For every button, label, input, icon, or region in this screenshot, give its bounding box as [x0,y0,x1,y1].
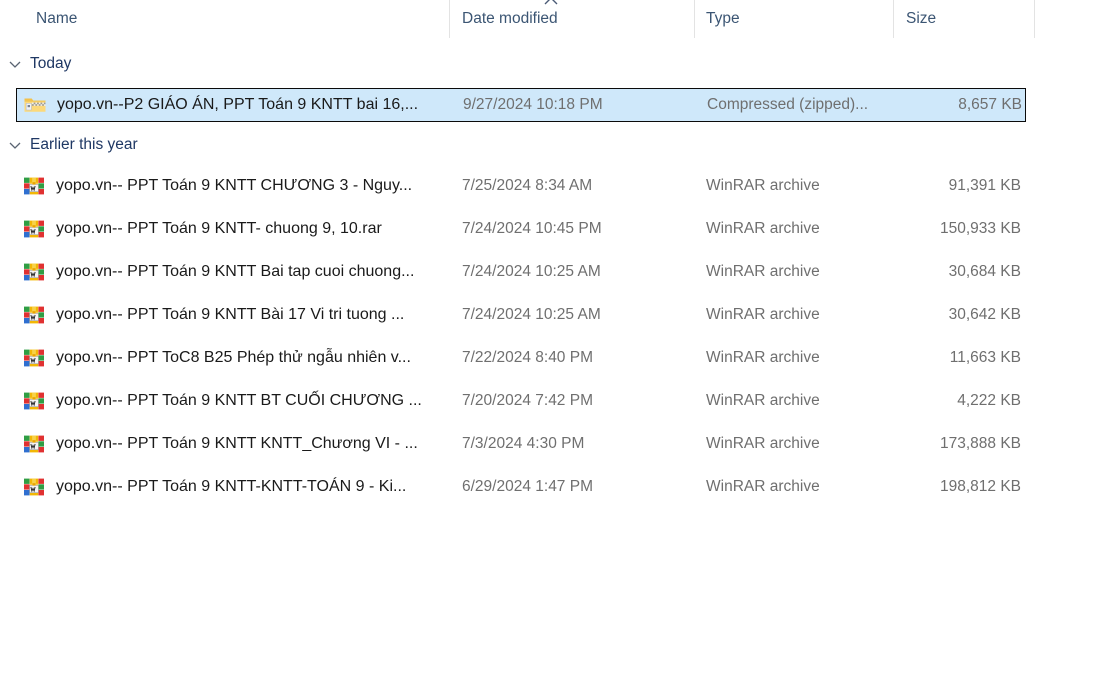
chevron-down-icon [8,58,21,71]
file-name-label: yopo.vn-- PPT ToC8 B25 Phép thử ngẫu nhi… [56,349,411,366]
column-divider-date-type[interactable] [694,0,695,38]
file-list-view: Name Date modified Type Size Today yopo.… [0,0,1106,692]
column-header-size[interactable]: Size [906,0,936,38]
file-name-cell[interactable]: yopo.vn-- PPT Toán 9 KNTT Bài 17 Vi tri … [22,299,452,331]
winrar-archive-icon [22,389,46,413]
group-header-label: Today [30,55,72,73]
file-type-cell: WinRAR archive [706,263,820,280]
winrar-archive-icon [22,346,46,370]
file-type-cell: WinRAR archive [706,306,820,323]
file-type-cell: WinRAR archive [706,349,820,366]
winrar-archive-icon [22,174,46,198]
column-header-name-label: Name [36,10,78,27]
column-header-row: Name Date modified Type Size [0,0,1106,38]
file-size-cell: 30,684 KB [948,263,1021,280]
column-divider-type-size[interactable] [893,0,894,38]
file-size-cell: 198,812 KB [939,478,1021,495]
file-type-cell: WinRAR archive [706,435,820,452]
file-name-label: yopo.vn-- PPT Toán 9 KNTT- chuong 9, 10.… [56,220,382,237]
winrar-archive-icon [22,217,46,241]
file-size-cell: 30,642 KB [948,306,1021,323]
table-row[interactable]: yopo.vn-- PPT Toán 9 KNTT Bai tap cuoi c… [16,256,1026,290]
file-date-modified-cell: 7/24/2024 10:45 PM [462,220,602,237]
file-type-cell: WinRAR archive [706,177,820,194]
column-divider-name-date[interactable] [449,0,450,38]
file-name-cell[interactable]: yopo.vn-- PPT ToC8 B25 Phép thử ngẫu nhi… [22,342,452,374]
column-header-type-label: Type [706,10,740,27]
file-name-label: yopo.vn-- PPT Toán 9 KNTT Bài 17 Vi tri … [56,306,405,323]
chevron-down-icon [8,139,21,152]
zipped-folder-icon [23,93,47,117]
column-header-type[interactable]: Type [706,0,740,38]
file-name-label: yopo.vn-- PPT Toán 9 KNTT BT CUỐI CHƯƠNG… [56,392,422,409]
file-size-cell: 4,222 KB [957,392,1021,409]
file-size-cell: 91,391 KB [948,177,1021,194]
file-size-cell: 8,657 KB [958,96,1022,113]
winrar-archive-icon [22,432,46,456]
column-header-name[interactable]: Name [36,0,77,38]
table-row[interactable]: yopo.vn-- PPT Toán 9 KNTT Bài 17 Vi tri … [16,299,1026,333]
column-header-size-label: Size [906,10,937,27]
chevron-up-icon [544,0,558,5]
file-type-cell: WinRAR archive [706,220,820,237]
file-date-modified-cell: 7/24/2024 10:25 AM [462,306,601,323]
table-row[interactable]: yopo.vn-- PPT Toán 9 KNTT CHƯƠNG 3 - Ngu… [16,170,1026,204]
file-size-cell: 150,933 KB [939,220,1021,237]
file-name-cell[interactable]: yopo.vn-- PPT Toán 9 KNTT CHƯƠNG 3 - Ngu… [22,170,452,202]
file-name-cell[interactable]: yopo.vn-- PPT Toán 9 KNTT BT CUỐI CHƯƠNG… [22,385,452,417]
file-name-cell[interactable]: yopo.vn-- PPT Toán 9 KNTT- chuong 9, 10.… [22,213,452,245]
file-name-label: yopo.vn-- PPT Toán 9 KNTT-KNTT-TOÁN 9 - … [56,478,407,495]
file-type-cell: WinRAR archive [706,392,820,409]
group-header-label: Earlier this year [30,136,138,154]
file-name-cell[interactable]: yopo.vn-- PPT Toán 9 KNTT-KNTT-TOÁN 9 - … [22,471,452,503]
table-row[interactable]: yopo.vn-- PPT ToC8 B25 Phép thử ngẫu nhi… [16,342,1026,376]
file-size-cell: 173,888 KB [939,435,1021,452]
file-type-cell: WinRAR archive [706,478,820,495]
file-name-label: yopo.vn--P2 GIÁO ÁN, PPT Toán 9 KNTT bai… [57,96,419,113]
column-divider-size-end[interactable] [1034,0,1035,38]
file-name-cell[interactable]: yopo.vn--P2 GIÁO ÁN, PPT Toán 9 KNTT bai… [23,89,453,121]
file-date-modified-cell: 7/24/2024 10:25 AM [462,263,601,280]
table-row[interactable]: yopo.vn-- PPT Toán 9 KNTT BT CUỐI CHƯƠNG… [16,385,1026,419]
file-date-modified-cell: 7/3/2024 4:30 PM [462,435,585,452]
column-header-date-modified[interactable]: Date modified [462,0,558,38]
column-header-date-modified-label: Date modified [462,10,558,27]
winrar-archive-icon [22,260,46,284]
file-date-modified-cell: 7/25/2024 8:34 AM [462,177,593,194]
file-name-cell[interactable]: yopo.vn-- PPT Toán 9 KNTT Bai tap cuoi c… [22,256,452,288]
table-row[interactable]: yopo.vn--P2 GIÁO ÁN, PPT Toán 9 KNTT bai… [16,88,1026,122]
file-type-cell: Compressed (zipped)... [707,96,869,113]
table-row[interactable]: yopo.vn-- PPT Toán 9 KNTT KNTT_Chương VI… [16,428,1026,462]
file-name-cell[interactable]: yopo.vn-- PPT Toán 9 KNTT KNTT_Chương VI… [22,428,452,460]
file-date-modified-cell: 6/29/2024 1:47 PM [462,478,593,495]
file-name-label: yopo.vn-- PPT Toán 9 KNTT KNTT_Chương VI… [56,435,418,452]
group-header-earlier-this-year[interactable]: Earlier this year [0,132,138,158]
file-name-label: yopo.vn-- PPT Toán 9 KNTT CHƯƠNG 3 - Ngu… [56,177,413,194]
file-date-modified-cell: 7/22/2024 8:40 PM [462,349,593,366]
table-row[interactable]: yopo.vn-- PPT Toán 9 KNTT- chuong 9, 10.… [16,213,1026,247]
file-name-label: yopo.vn-- PPT Toán 9 KNTT Bai tap cuoi c… [56,263,415,280]
table-row[interactable]: yopo.vn-- PPT Toán 9 KNTT-KNTT-TOÁN 9 - … [16,471,1026,505]
winrar-archive-icon [22,303,46,327]
group-header-today[interactable]: Today [0,51,71,77]
file-date-modified-cell: 7/20/2024 7:42 PM [462,392,593,409]
file-date-modified-cell: 9/27/2024 10:18 PM [463,96,603,113]
winrar-archive-icon [22,475,46,499]
file-size-cell: 11,663 KB [949,349,1021,366]
